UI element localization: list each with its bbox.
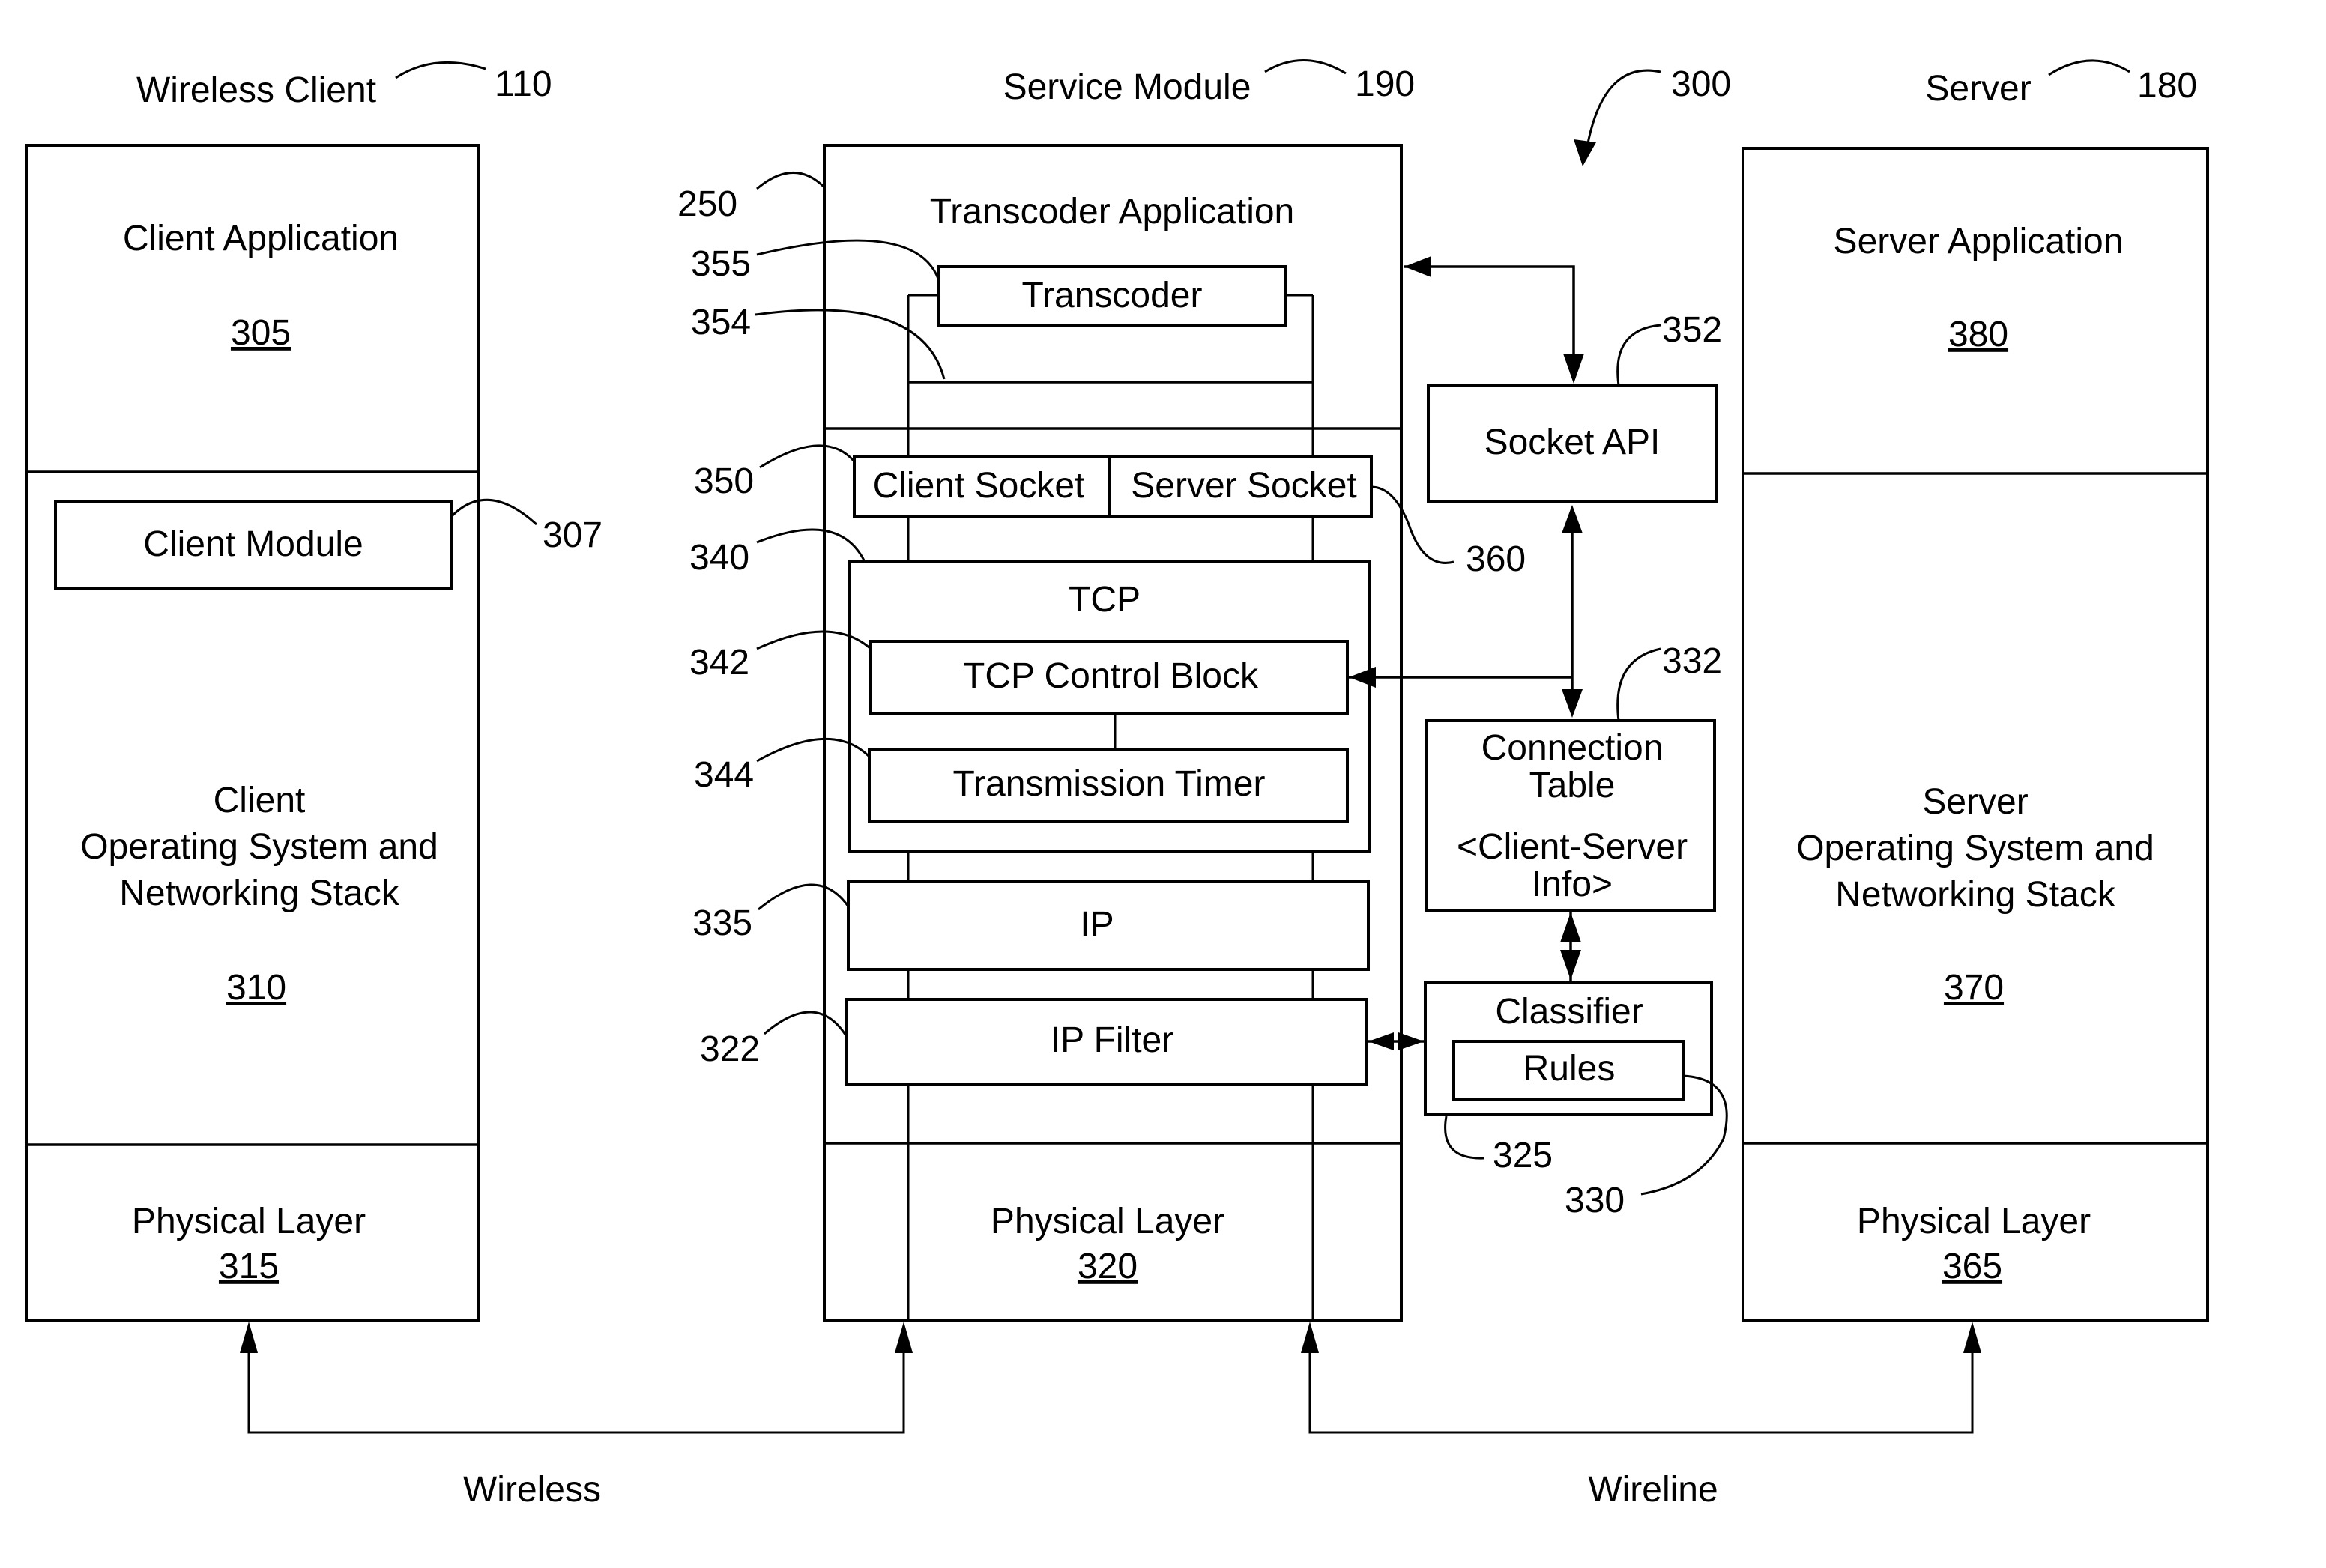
leader-190 [1264, 59, 1347, 75]
socket-api-label: Socket API [1484, 423, 1661, 462]
connection-table-line2: Table [1529, 766, 1616, 805]
server-title: Server [1925, 69, 2031, 109]
wireless-link-label: Wireless [463, 1470, 601, 1510]
leader-250 [756, 172, 826, 190]
arrowhead-down [1562, 689, 1583, 718]
arrowhead-up [1963, 1322, 1981, 1353]
client-os-line1: Client [214, 781, 306, 820]
client-os-line2: Operating System and [80, 827, 438, 867]
client-os-line3: Networking Stack [119, 874, 399, 913]
ref-342: 342 [689, 643, 749, 682]
client-physical-layer-label: Physical Layer [132, 1202, 366, 1241]
leader-180 [2048, 59, 2130, 76]
ref-110: 110 [495, 64, 552, 104]
ref-360: 360 [1466, 539, 1526, 579]
ref-322: 322 [700, 1029, 760, 1069]
ref-340: 340 [689, 538, 749, 578]
service-physical-layer-label: Physical Layer [991, 1202, 1224, 1241]
ref-300: 300 [1671, 64, 1731, 104]
ip-filter-label: IP Filter [1051, 1020, 1174, 1060]
wireless-client-title: Wireless Client [136, 70, 376, 110]
server-os-line2: Operating System and [1796, 829, 2154, 868]
connection-table-line1: Connection [1481, 728, 1664, 768]
leader-332 [1616, 647, 1661, 721]
ref-330: 330 [1565, 1181, 1625, 1220]
tcp-label: TCP [1069, 580, 1141, 620]
client-application-label: Client Application [123, 219, 399, 258]
transmission-timer-label: Transmission Timer [953, 764, 1266, 804]
wireless-client: Wireless Client 110 Client Application 3… [25, 61, 602, 1322]
arrowhead-down [1563, 354, 1584, 384]
ref-315: 315 [219, 1247, 279, 1286]
ref-344: 344 [694, 755, 754, 795]
server-socket-label: Server Socket [1131, 466, 1356, 506]
leader-325 [1444, 1116, 1484, 1160]
leader-352 [1616, 324, 1661, 386]
ref-305: 305 [231, 313, 291, 353]
connection-table-line4: Info> [1532, 865, 1613, 904]
arrowhead-down [1560, 950, 1581, 980]
middle-components: Socket API 352 Connection Table <Client-… [1349, 256, 1728, 1220]
network-architecture-diagram: Wireless Client 110 Client Application 3… [25, 59, 2209, 1510]
ref-370: 370 [1944, 968, 2004, 1008]
service-module: Service Module 190 250 Transcoder Applic… [677, 59, 1526, 1322]
server: Server 180 Server Application 380 Server… [1742, 59, 2209, 1322]
arrowhead [1574, 139, 1596, 166]
server-os-line3: Networking Stack [1835, 875, 2115, 915]
ref-190: 190 [1355, 64, 1415, 104]
ref-320: 320 [1078, 1247, 1138, 1286]
arrowhead-up [1562, 505, 1583, 533]
connector-app-socketapi [1404, 265, 1575, 375]
ip-label: IP [1080, 905, 1114, 945]
transcoder-label: Transcoder [1022, 276, 1203, 315]
ref-380: 380 [1948, 315, 2008, 354]
ref-352: 352 [1662, 310, 1722, 350]
arrowhead-up [1301, 1322, 1319, 1353]
rules-label: Rules [1523, 1049, 1616, 1089]
wireless-link-line [247, 1328, 905, 1434]
server-application-label: Server Application [1834, 222, 2124, 261]
client-module-label: Client Module [143, 524, 363, 564]
ref-250: 250 [677, 184, 737, 224]
arrowhead-up [895, 1322, 913, 1353]
arrowhead-left [1404, 256, 1431, 277]
service-module-title: Service Module [1003, 67, 1251, 107]
figure-ref: 300 [1574, 64, 1731, 166]
ref-180: 180 [2137, 66, 2197, 106]
arrowhead-right [1398, 1032, 1424, 1050]
ref-335: 335 [692, 903, 752, 943]
wireline-link-label: Wireline [1588, 1470, 1718, 1510]
server-os-line1: Server [1922, 782, 2028, 822]
classifier-label: Classifier [1495, 992, 1643, 1032]
ref-325: 325 [1493, 1136, 1553, 1175]
arrowhead-up [1560, 912, 1581, 942]
server-physical-layer-label: Physical Layer [1857, 1202, 2091, 1241]
ref-332: 332 [1662, 641, 1722, 681]
ref-350: 350 [694, 461, 754, 501]
transcoder-application-label: Transcoder Application [930, 192, 1295, 231]
tcp-control-block-label: TCP Control Block [963, 656, 1259, 696]
links: Wireless Wireline [240, 1322, 1981, 1510]
ref-310: 310 [226, 968, 286, 1008]
client-socket-label: Client Socket [873, 466, 1085, 506]
connection-table-line3: <Client-Server [1457, 827, 1688, 867]
ref-354: 354 [691, 303, 751, 342]
leader-110 [395, 61, 486, 79]
ref-307: 307 [543, 515, 602, 555]
wireline-link-line [1308, 1328, 1974, 1434]
arrowhead-up [240, 1322, 258, 1353]
ref-355: 355 [691, 244, 751, 284]
leader-300 [1586, 69, 1661, 148]
ref-365: 365 [1942, 1247, 2002, 1286]
